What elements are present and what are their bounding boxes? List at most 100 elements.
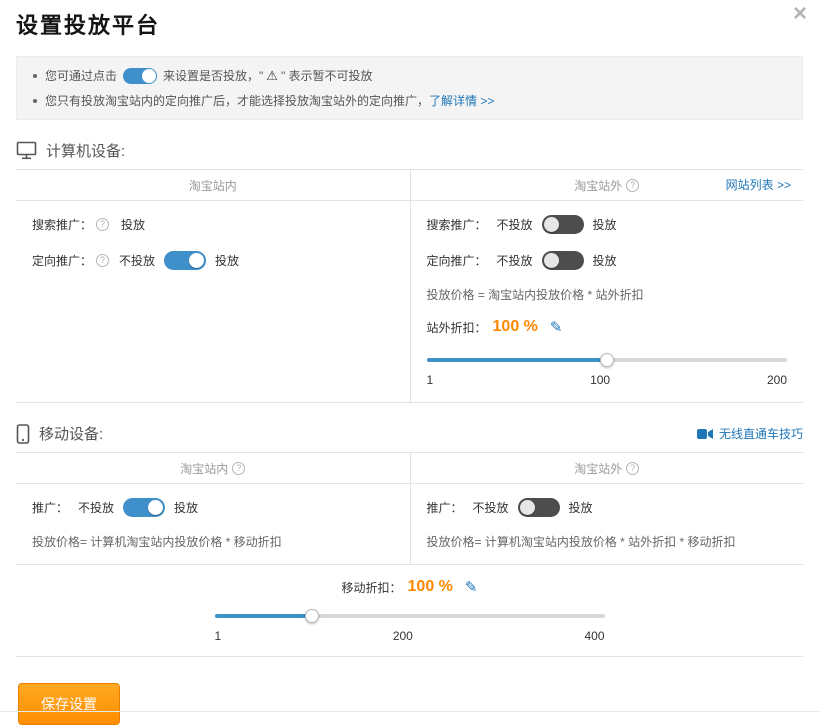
toggle-on-label: 投放 [215, 252, 239, 269]
slider-max-label: 200 [767, 373, 787, 388]
toggle-on-label: 投放 [593, 252, 617, 269]
mobile-tips-wrap: 无线直通车技巧 [697, 425, 803, 442]
bullet-icon [33, 74, 37, 78]
toggle-knob [520, 500, 535, 515]
mobile-onsite-promo-toggle[interactable] [123, 498, 165, 517]
learn-more-link[interactable]: 了解详情 >> [429, 92, 494, 109]
computer-offsite-search-toggle[interactable] [542, 215, 584, 234]
mobile-onsite-header-label: 淘宝站内 [180, 460, 228, 477]
offsite-discount-slider [427, 353, 788, 367]
toggle-knob [189, 253, 204, 268]
mobile-onsite-header: 淘宝站内 ? [16, 453, 410, 483]
warning-icon: ⚠ [266, 68, 278, 84]
mobile-discount-line: 移动折扣： 100 % ✎ [16, 575, 803, 599]
toggle-on-label: 投放 [593, 216, 617, 233]
computer-section-header: 计算机设备: [16, 140, 803, 161]
toggle-off-label: 不投放 [78, 499, 114, 516]
promo-label: 推广： [427, 499, 463, 516]
close-icon[interactable]: × [793, 2, 807, 26]
mobile-onsite-promo-row: 推广： 不投放 投放 [32, 496, 394, 518]
notice-box: 您可通过点击 来设置是否投放，" ⚠ " 表示暂不可投放 您只有投放淘宝站内的定… [16, 56, 803, 120]
computer-table: 淘宝站内 淘宝站外 ? 网站列表 >> 搜索推广： ? 投放 定向推广： ? 不… [16, 169, 803, 403]
slider-mid-label: 100 [590, 373, 610, 388]
computer-table-header: 淘宝站内 淘宝站外 ? 网站列表 >> [16, 170, 803, 201]
edit-pencil-icon[interactable]: ✎ [550, 318, 563, 336]
toggle-on-label: 投放 [569, 499, 593, 516]
toggle-off-label: 不投放 [497, 216, 533, 233]
notice-text: 您可通过点击 [45, 67, 117, 84]
edit-pencil-icon[interactable]: ✎ [465, 578, 478, 596]
mobile-onsite-cell: 推广： 不投放 投放 投放价格= 计算机淘宝站内投放价格 * 移动折扣 [16, 484, 410, 564]
offsite-discount-label: 站外折扣： [427, 319, 487, 336]
toggle-knob [544, 253, 559, 268]
offsite-discount-value: 100 % [493, 318, 538, 336]
toggle-on-label: 投放 [174, 499, 198, 516]
mobile-slider-labels: 1 200 400 [215, 629, 605, 644]
computer-offsite-header-label: 淘宝站外 [574, 177, 622, 194]
computer-onsite-targeted-row: 定向推广： ? 不投放 投放 [32, 249, 394, 271]
help-icon[interactable]: ? [626, 462, 639, 475]
computer-table-body: 搜索推广： ? 投放 定向推广： ? 不投放 投放 搜索推广： 不投放 投放 [16, 201, 803, 402]
toggle-knob [148, 500, 163, 515]
mobile-discount-label: 移动折扣： [342, 579, 402, 596]
mobile-section-title: 移动设备: [39, 423, 103, 444]
monitor-icon [16, 141, 37, 160]
slider-fill [427, 358, 607, 362]
mobile-table: 淘宝站内 ? 淘宝站外 ? 推广： 不投放 投放 投放价格= 计算机淘宝站内投放… [16, 452, 803, 657]
targeted-promo-label: 定向推广： [427, 252, 487, 269]
targeted-promo-label: 定向推广： [32, 252, 92, 269]
mobile-offsite-promo-toggle[interactable] [518, 498, 560, 517]
notice-text: 您只有投放淘宝站内的定向推广后，才能选择投放淘宝站外的定向推广， [45, 92, 429, 109]
help-icon[interactable]: ? [96, 254, 109, 267]
mobile-onsite-price-formula: 投放价格= 计算机淘宝站内投放价格 * 移动折扣 [32, 534, 394, 550]
phone-icon [16, 424, 30, 444]
mobile-discount-value: 100 % [408, 578, 453, 596]
search-promo-label: 搜索推广： [427, 216, 487, 233]
slider-handle[interactable] [305, 609, 319, 623]
notice-text: " 表示暂不可投放 [281, 67, 373, 84]
slider-min-label: 1 [427, 373, 434, 388]
wireless-tips-link[interactable]: 无线直通车技巧 [719, 425, 803, 442]
notice-line-2: 您只有投放淘宝站内的定向推广后，才能选择投放淘宝站外的定向推广， 了解详情 >> [29, 88, 790, 113]
mobile-table-header: 淘宝站内 ? 淘宝站外 ? [16, 453, 803, 484]
search-promo-value: 投放 [121, 216, 145, 233]
help-icon[interactable]: ? [626, 179, 639, 192]
mobile-discount-slider [215, 609, 605, 623]
page-bottom-divider [0, 711, 819, 712]
offsite-price-formula: 投放价格 = 淘宝站内投放价格 * 站外折扣 [427, 287, 788, 303]
toggle-example-icon [123, 68, 157, 84]
promo-label: 推广： [32, 499, 68, 516]
computer-section-title: 计算机设备: [46, 140, 125, 161]
computer-offsite-search-row: 搜索推广： 不投放 投放 [427, 213, 788, 235]
notice-line-1: 您可通过点击 来设置是否投放，" ⚠ " 表示暂不可投放 [29, 63, 790, 88]
mobile-discount-row: 移动折扣： 100 % ✎ 1 200 400 [16, 564, 803, 656]
computer-onsite-header-label: 淘宝站内 [189, 177, 237, 194]
computer-section-title-wrap: 计算机设备: [16, 140, 125, 161]
dialog-title: 设置投放平台 [16, 12, 803, 40]
computer-onsite-header: 淘宝站内 [16, 170, 410, 200]
help-icon[interactable]: ? [232, 462, 245, 475]
toggle-knob [142, 69, 156, 83]
mobile-offsite-header-label: 淘宝站外 [574, 460, 622, 477]
slider-min-label: 1 [215, 629, 222, 644]
slider-handle[interactable] [600, 353, 614, 367]
mobile-section-header: 移动设备: 无线直通车技巧 [16, 423, 803, 444]
computer-onsite-targeted-toggle[interactable] [164, 251, 206, 270]
computer-onsite-search-row: 搜索推广： ? 投放 [32, 213, 394, 235]
computer-onsite-cell: 搜索推广： ? 投放 定向推广： ? 不投放 投放 [16, 201, 410, 402]
website-list-link[interactable]: 网站列表 >> [726, 170, 791, 200]
save-settings-button[interactable]: 保存设置 [18, 683, 120, 725]
mobile-offsite-price-formula: 投放价格= 计算机淘宝站内投放价格 * 站外折扣 * 移动折扣 [427, 534, 788, 550]
help-icon[interactable]: ? [96, 218, 109, 231]
mobile-offsite-header: 淘宝站外 ? [410, 453, 804, 483]
slider-max-label: 400 [584, 629, 604, 644]
bullet-icon [33, 99, 37, 103]
mobile-section-title-wrap: 移动设备: [16, 423, 103, 444]
toggle-off-label: 不投放 [119, 252, 155, 269]
video-icon [697, 428, 713, 440]
mobile-offsite-cell: 推广： 不投放 投放 投放价格= 计算机淘宝站内投放价格 * 站外折扣 * 移动… [410, 484, 804, 564]
toggle-off-label: 不投放 [497, 252, 533, 269]
mobile-offsite-promo-row: 推广： 不投放 投放 [427, 496, 788, 518]
mobile-table-body: 推广： 不投放 投放 投放价格= 计算机淘宝站内投放价格 * 移动折扣 推广： … [16, 484, 803, 656]
computer-offsite-targeted-toggle[interactable] [542, 251, 584, 270]
